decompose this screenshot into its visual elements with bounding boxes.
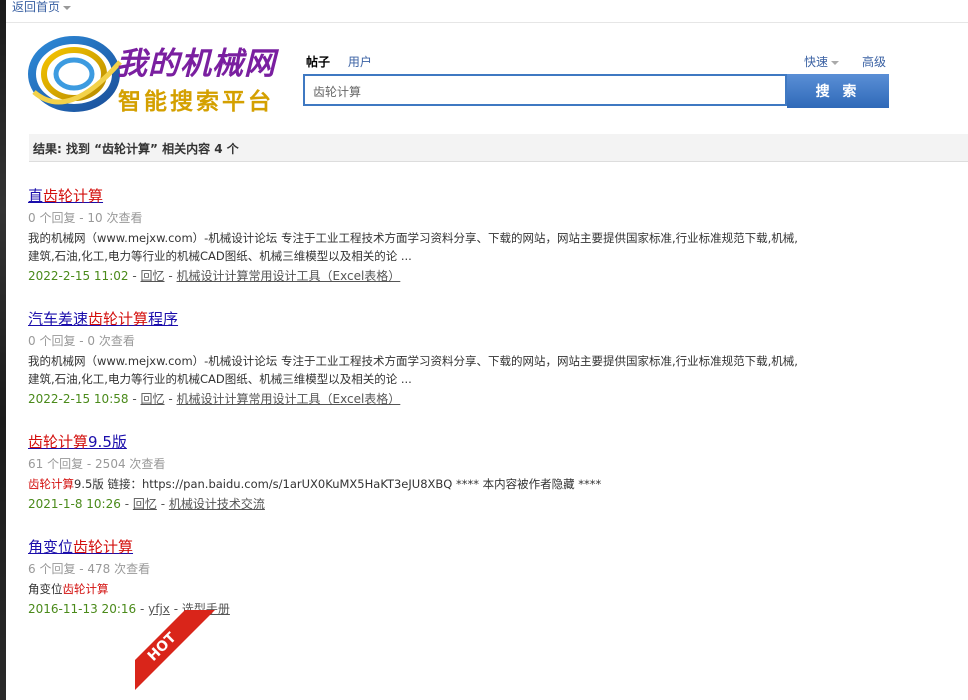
- chevron-down-icon: [831, 60, 840, 65]
- result-forum-link[interactable]: 机械设计计算常用设计工具（Excel表格）: [177, 269, 401, 283]
- list-item: 汽车差速齿轮计算程序 0 个回复 - 0 次查看 我的机械网（www.mejxw…: [28, 308, 808, 407]
- snippet-highlight: 齿轮计算: [62, 582, 109, 596]
- logo-swirl-icon: [28, 36, 122, 112]
- search-type-tabs: 帖子 用户: [306, 53, 386, 70]
- list-item: 齿轮计算9.5版 61 个回复 - 2504 次查看 齿轮计算9.5版 链接：h…: [28, 431, 808, 512]
- result-footer: 2021-1-8 10:26 - 回忆 - 机械设计技术交流: [28, 495, 808, 512]
- result-author-link[interactable]: 回忆: [141, 269, 165, 283]
- title-text: 程序: [148, 310, 179, 328]
- search-button[interactable]: 搜 索: [787, 74, 889, 108]
- home-link[interactable]: 返回首页: [12, 0, 72, 15]
- result-forum-link[interactable]: 机械设计计算常用设计工具（Excel表格）: [177, 392, 401, 406]
- title-text: 9.5版: [88, 433, 127, 451]
- tab-posts[interactable]: 帖子: [306, 53, 330, 70]
- chevron-down-icon[interactable]: [63, 5, 72, 10]
- snippet-highlight: 齿轮计算: [28, 477, 74, 491]
- title-highlight: 齿轮计算: [28, 433, 89, 451]
- logo-title: 我的机械网: [116, 46, 276, 82]
- title-text: 直: [28, 187, 44, 205]
- result-snippet: 角变位齿轮计算: [28, 580, 808, 598]
- title-text: 角变位: [28, 538, 74, 556]
- snippet-text: 9.5版 链接：https://pan.baidu.com/s/1arUX0Ku…: [74, 477, 602, 491]
- result-list: 直齿轮计算 0 个回复 - 10 次查看 我的机械网（www.mejxw.com…: [28, 185, 808, 641]
- quick-search-label: 快速: [804, 55, 829, 69]
- result-snippet: 齿轮计算9.5版 链接：https://pan.baidu.com/s/1arU…: [28, 475, 808, 493]
- result-summary-bar: 结果: 找到 “齿轮计算” 相关内容 4 个: [29, 134, 968, 162]
- result-stats: 0 个回复 - 10 次查看: [28, 211, 143, 225]
- snippet-text: 角变位: [28, 582, 63, 596]
- separator: -: [160, 497, 166, 511]
- tab-users[interactable]: 用户: [348, 53, 372, 70]
- result-stats: 0 个回复 - 0 次查看: [28, 334, 135, 348]
- result-snippet: 我的机械网（www.mejxw.com）-机械设计论坛 专注于工业工程技术方面学…: [28, 354, 798, 386]
- title-highlight: 齿轮计算: [43, 187, 104, 205]
- title-text: 汽车差速: [28, 310, 89, 328]
- advanced-search-link[interactable]: 高级: [862, 53, 886, 70]
- search-box: [303, 74, 787, 106]
- result-summary: 结果: 找到 “齿轮计算” 相关内容 4 个: [33, 142, 239, 156]
- separator: -: [132, 269, 137, 283]
- result-title-link[interactable]: 直齿轮计算: [28, 185, 103, 206]
- result-date: 2016-11-13 20:16: [28, 602, 137, 616]
- result-date: 2021-1-8 10:26: [28, 497, 121, 511]
- result-title-link[interactable]: 汽车差速齿轮计算程序: [28, 308, 178, 329]
- list-item: 直齿轮计算 0 个回复 - 10 次查看 我的机械网（www.mejxw.com…: [28, 185, 808, 284]
- result-snippet: 我的机械网（www.mejxw.com）-机械设计论坛 专注于工业工程技术方面学…: [28, 231, 798, 263]
- result-forum-link[interactable]: 机械设计技术交流: [169, 497, 265, 511]
- separator: -: [168, 392, 173, 406]
- result-date: 2022-2-15 11:02: [28, 269, 129, 283]
- home-link-label: 返回首页: [12, 0, 61, 14]
- separator: -: [124, 497, 130, 511]
- hot-badge[interactable]: HOT: [135, 610, 215, 690]
- result-author-link[interactable]: 回忆: [141, 392, 165, 406]
- result-author-link[interactable]: 回忆: [133, 497, 157, 511]
- list-item: 角变位齿轮计算 6 个回复 - 478 次查看 角变位齿轮计算 2016-11-…: [28, 536, 808, 617]
- result-title-link[interactable]: 齿轮计算9.5版: [28, 431, 127, 452]
- top-bar: 返回首页: [6, 0, 968, 23]
- result-footer: 2022-2-15 10:58 - 回忆 - 机械设计计算常用设计工具（Exce…: [28, 390, 808, 407]
- result-stats: 61 个回复 - 2504 次查看: [28, 457, 166, 471]
- quick-search-dropdown[interactable]: 快速: [804, 53, 840, 70]
- result-title-link[interactable]: 角变位齿轮计算: [28, 536, 133, 557]
- result-stats: 6 个回复 - 478 次查看: [28, 562, 151, 576]
- left-window-edge: [0, 0, 6, 700]
- separator: -: [132, 392, 137, 406]
- logo-subtitle: 智能搜索平台: [118, 88, 274, 115]
- title-highlight: 齿轮计算: [73, 538, 134, 556]
- search-input[interactable]: [305, 76, 785, 106]
- separator: -: [168, 269, 173, 283]
- title-highlight: 齿轮计算: [88, 310, 149, 328]
- result-date: 2022-2-15 10:58: [28, 392, 129, 406]
- result-footer: 2022-2-15 11:02 - 回忆 - 机械设计计算常用设计工具（Exce…: [28, 267, 808, 284]
